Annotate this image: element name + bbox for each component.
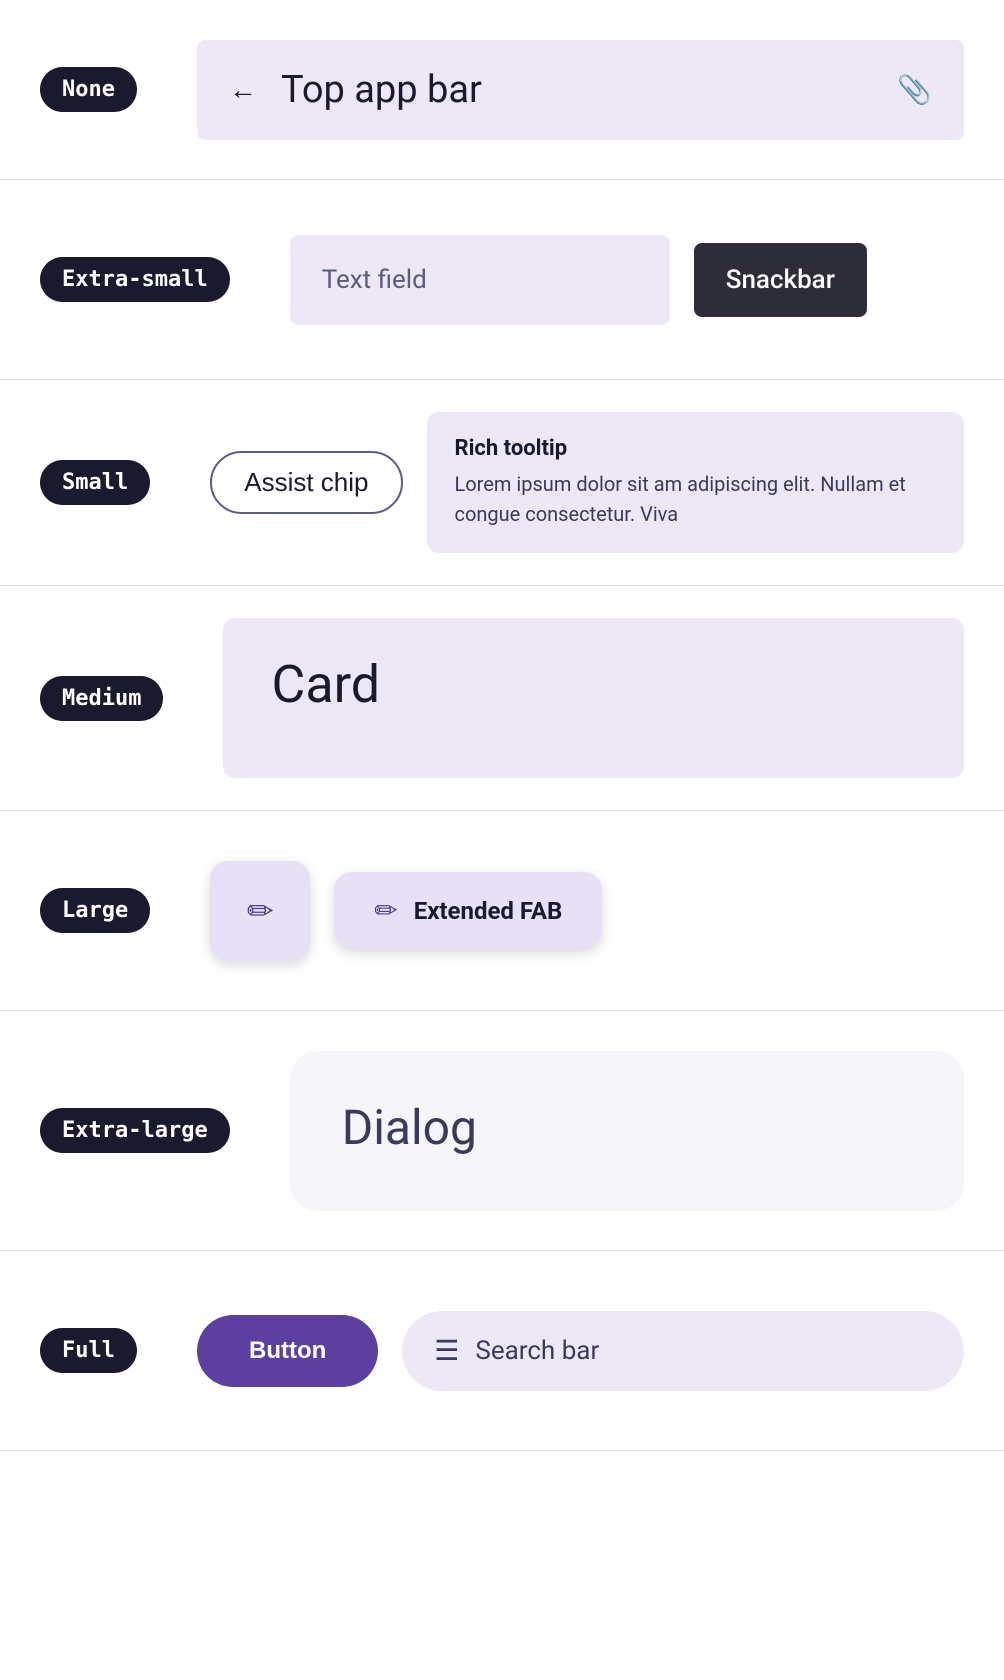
extra-small-row: Extra-small Text field Snackbar: [0, 180, 1004, 380]
dialog[interactable]: Dialog: [290, 1051, 964, 1211]
none-row: None ← Top app bar 📎: [0, 0, 1004, 180]
extended-fab-button[interactable]: ✏ Extended FAB: [334, 872, 602, 949]
full-row: Full Button ☰ Search bar: [0, 1251, 1004, 1451]
extra-large-row: Extra-large Dialog: [0, 1011, 1004, 1251]
rich-tooltip-title: Rich tooltip: [455, 436, 937, 461]
search-bar-label: Search bar: [475, 1336, 599, 1366]
none-badge: None: [40, 67, 137, 112]
attach-icon[interactable]: 📎: [897, 73, 932, 106]
extra-small-badge: Extra-small: [40, 257, 230, 302]
back-icon[interactable]: ←: [229, 73, 257, 106]
large-badge: Large: [40, 888, 150, 933]
rich-tooltip-body: Lorem ipsum dolor sit am adipiscing elit…: [455, 469, 937, 529]
card-title: Card: [271, 654, 916, 715]
small-badge: Small: [40, 460, 150, 505]
top-app-bar-title: Top app bar: [281, 68, 873, 112]
dialog-title: Dialog: [342, 1099, 912, 1156]
fab-pencil-icon: ✏: [247, 892, 274, 930]
extended-fab-label: Extended FAB: [414, 897, 563, 925]
full-badge: Full: [40, 1328, 137, 1373]
assist-chip[interactable]: Assist chip: [210, 451, 402, 514]
medium-row: Medium Card: [0, 586, 1004, 811]
card[interactable]: Card: [223, 618, 964, 778]
search-bar[interactable]: ☰ Search bar: [402, 1311, 964, 1391]
large-row: Large ✏ ✏ Extended FAB: [0, 811, 1004, 1011]
primary-button[interactable]: Button: [197, 1315, 378, 1387]
medium-badge: Medium: [40, 676, 163, 721]
extra-large-badge: Extra-large: [40, 1108, 230, 1153]
fab-button[interactable]: ✏: [210, 861, 310, 961]
rich-tooltip: Rich tooltip Lorem ipsum dolor sit am ad…: [427, 412, 965, 553]
small-row: Small Assist chip Rich tooltip Lorem ips…: [0, 380, 1004, 586]
text-field[interactable]: Text field: [290, 235, 670, 325]
menu-icon: ☰: [434, 1334, 459, 1367]
extended-fab-pencil-icon: ✏: [374, 894, 397, 927]
text-field-placeholder: Text field: [322, 265, 427, 295]
snackbar: Snackbar: [694, 243, 867, 317]
top-app-bar: ← Top app bar 📎: [197, 40, 964, 140]
